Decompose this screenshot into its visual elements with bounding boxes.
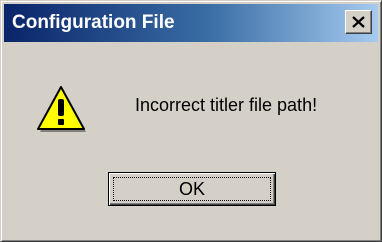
ok-button-label: OK: [178, 179, 205, 199]
message-dialog: Configuration File Incorrect titler file…: [0, 0, 382, 242]
close-icon: [352, 16, 365, 28]
dialog-title: Configuration File: [12, 12, 175, 33]
ok-button[interactable]: OK: [108, 172, 276, 206]
warning-icon: [37, 86, 86, 132]
title-bar[interactable]: Configuration File: [4, 4, 378, 42]
close-button[interactable]: [345, 10, 372, 34]
error-message: Incorrect titler file path!: [135, 95, 318, 115]
